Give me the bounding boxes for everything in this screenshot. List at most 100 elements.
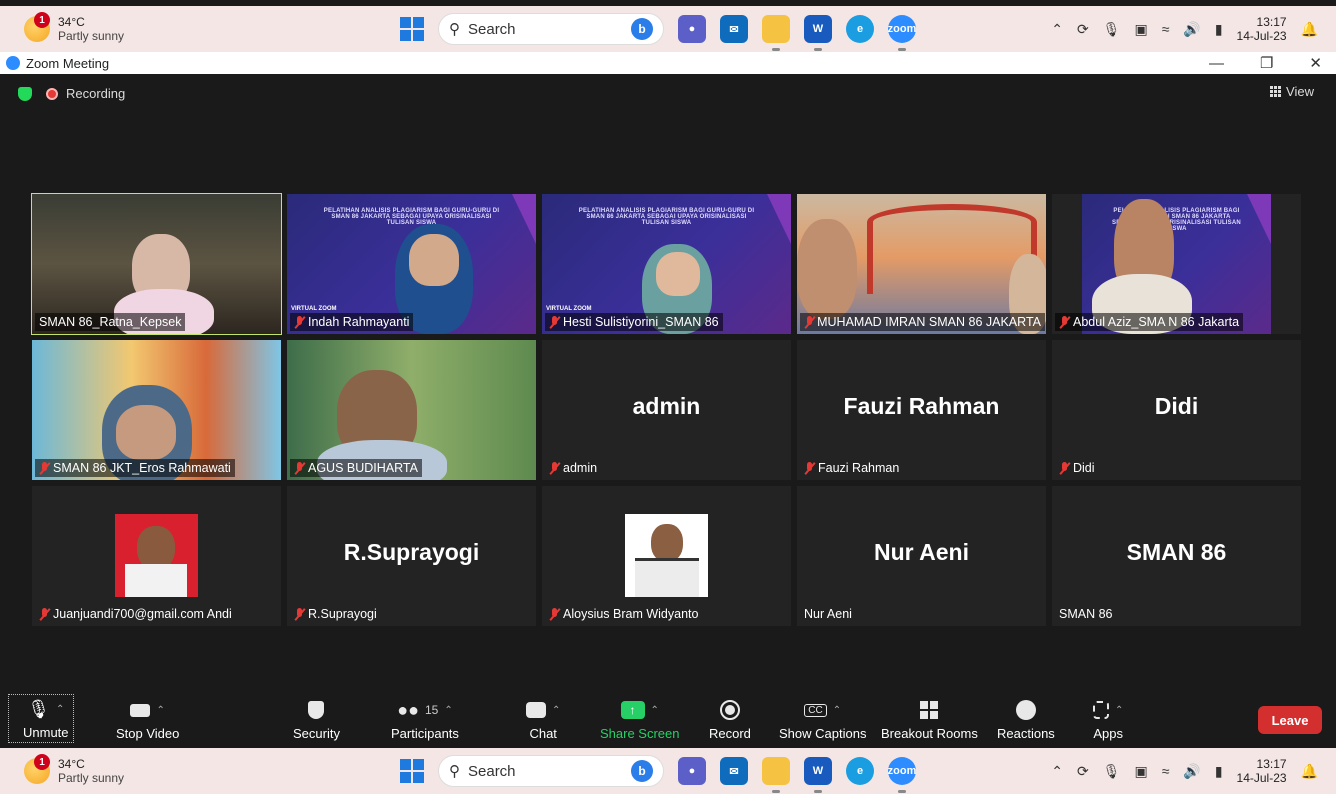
search-placeholder: Search xyxy=(468,20,516,38)
windows-start-icon[interactable] xyxy=(400,759,424,783)
participant-tile[interactable]: PELATIHAN ANALISIS PLAGIARISM BAGI GURU-… xyxy=(287,194,536,334)
notification-icon[interactable]: 🔔 xyxy=(1301,21,1318,38)
participant-tile[interactable]: PELATIHAN ANALISIS PLAGIARISM BAGI GURU-… xyxy=(542,194,791,334)
battery-icon[interactable]: ▮ xyxy=(1215,21,1223,38)
volume-icon[interactable]: 🔊 xyxy=(1183,763,1200,780)
taskbar-bottom: 1 34°C Partly sunny ⚲ Search b ● ✉ W e z… xyxy=(0,748,1336,794)
breakout-rooms-button[interactable]: Breakout Rooms xyxy=(881,698,978,741)
weather-sun-icon: 1 xyxy=(24,12,50,42)
participant-tile[interactable]: Nur Aeni Nur Aeni xyxy=(797,486,1046,626)
chevron-up-icon[interactable]: ⌃ xyxy=(1115,705,1123,716)
teams-icon[interactable]: ● xyxy=(678,757,706,785)
microphone-icon[interactable]: 🎙 xyxy=(1103,763,1121,780)
show-captions-button[interactable]: CC ⌃ Show Captions xyxy=(779,698,866,741)
mic-muted-icon xyxy=(1059,461,1070,475)
chevron-up-icon[interactable]: ⌃ xyxy=(1051,763,1063,780)
participant-tile[interactable]: Juanjuandi700@gmail.com Andi xyxy=(32,486,281,626)
weather-widget[interactable]: 1 34°C Partly sunny xyxy=(24,12,124,43)
leave-button[interactable]: Leave xyxy=(1258,706,1322,734)
chevron-up-icon[interactable]: ⌃ xyxy=(444,705,452,716)
participant-tile[interactable]: Aloysius Bram Widyanto xyxy=(542,486,791,626)
clock[interactable]: 13:17 14-Jul-23 xyxy=(1237,757,1287,785)
reactions-label: Reactions xyxy=(997,726,1055,741)
bing-icon[interactable]: b xyxy=(631,18,653,40)
display-icon[interactable]: ▣ xyxy=(1134,763,1147,780)
zoom-app-icon[interactable]: zoom xyxy=(888,15,916,51)
battery-icon[interactable]: ▮ xyxy=(1215,763,1223,780)
volume-icon[interactable]: 🔊 xyxy=(1183,21,1200,38)
file-explorer-icon[interactable] xyxy=(762,15,790,51)
participant-tile[interactable]: AGUS BUDIHARTA xyxy=(287,340,536,480)
teams-icon[interactable]: ● xyxy=(678,15,706,43)
apps-button[interactable]: ⌃ Apps xyxy=(1093,698,1123,741)
recording-indicator[interactable]: Recording xyxy=(46,86,125,101)
chevron-up-icon[interactable]: ⌃ xyxy=(156,705,164,716)
participant-tile[interactable]: PELATIHAN ANALISIS PLAGIARISM BAGI GURU-… xyxy=(1052,194,1301,334)
cc-icon: CC xyxy=(804,703,827,717)
chat-button[interactable]: ⌃ Chat xyxy=(526,698,560,741)
chat-bubble-icon xyxy=(526,702,546,718)
mic-muted-icon xyxy=(549,315,560,329)
weather-widget[interactable]: 1 34°C Partly sunny xyxy=(24,754,124,785)
wifi-icon[interactable]: ≈ xyxy=(1162,21,1170,37)
participants-icon: ●● xyxy=(397,699,419,720)
notification-icon[interactable]: 🔔 xyxy=(1301,763,1318,780)
minimize-icon[interactable]: — xyxy=(1209,55,1224,72)
restore-icon[interactable]: ❐ xyxy=(1260,54,1273,72)
unmute-button[interactable]: 🎙 ⌃ Unmute xyxy=(8,694,74,743)
participant-tile[interactable]: SMAN 86 SMAN 86 xyxy=(1052,486,1301,626)
view-button[interactable]: View xyxy=(1270,84,1314,99)
weather-sun-icon: 1 xyxy=(24,754,50,784)
participants-label: Participants xyxy=(391,726,459,741)
security-button[interactable]: Security xyxy=(293,698,340,741)
zoom-app-icon[interactable]: zoom xyxy=(888,757,916,793)
participant-tile[interactable]: Fauzi Rahman Fauzi Rahman xyxy=(797,340,1046,480)
bing-icon[interactable]: b xyxy=(631,760,653,782)
stop-video-button[interactable]: ⌃ Stop Video xyxy=(116,698,179,741)
banner-virtual-zoom: VIRTUAL ZOOM xyxy=(546,306,592,312)
sync-icon[interactable]: ⟳ xyxy=(1077,21,1089,38)
sync-icon[interactable]: ⟳ xyxy=(1077,763,1089,780)
participant-tile[interactable]: R.Suprayogi R.Suprayogi xyxy=(287,486,536,626)
reactions-button[interactable]: Reactions xyxy=(997,698,1055,741)
word-icon[interactable]: W xyxy=(804,757,832,793)
clock[interactable]: 13:17 14-Jul-23 xyxy=(1237,15,1287,43)
zoom-logo-icon xyxy=(6,56,20,70)
participant-tile[interactable]: SMAN 86_Ratna_Kepsek xyxy=(31,193,282,335)
mail-icon[interactable]: ✉ xyxy=(720,757,748,785)
participant-tile[interactable]: admin admin xyxy=(542,340,791,480)
participant-name: Aloysius Bram Widyanto xyxy=(563,607,699,621)
microphone-icon[interactable]: 🎙 xyxy=(1103,21,1121,38)
chevron-up-icon[interactable]: ⌃ xyxy=(833,705,841,716)
mic-muted-icon xyxy=(39,461,50,475)
video-gallery: SMAN 86_Ratna_Kepsek PELATIHAN ANALISIS … xyxy=(31,193,1301,626)
clock-time: 13:17 xyxy=(1256,757,1287,771)
security-shield-icon[interactable] xyxy=(18,86,32,101)
mic-muted-icon xyxy=(294,461,305,475)
participant-name: admin xyxy=(563,461,598,475)
chevron-up-icon[interactable]: ⌃ xyxy=(1051,21,1063,38)
participants-button[interactable]: ●● 15 ⌃ Participants xyxy=(391,698,459,742)
participants-count: 15 xyxy=(424,703,439,717)
file-explorer-icon[interactable] xyxy=(762,757,790,793)
mail-icon[interactable]: ✉ xyxy=(720,15,748,43)
edge-icon[interactable]: e xyxy=(846,15,874,43)
participant-tile[interactable]: MUHAMAD IMRAN SMAN 86 JAKARTA xyxy=(797,194,1046,334)
participant-tile[interactable]: Didi Didi xyxy=(1052,340,1301,480)
chevron-up-icon[interactable]: ⌃ xyxy=(651,705,659,716)
share-screen-button[interactable]: ↑ ⌃ Share Screen xyxy=(600,698,680,741)
chevron-up-icon[interactable]: ⌃ xyxy=(56,704,64,715)
taskbar-search[interactable]: ⚲ Search b xyxy=(438,13,664,45)
chevron-up-icon[interactable]: ⌃ xyxy=(552,705,560,716)
display-icon[interactable]: ▣ xyxy=(1134,21,1147,38)
taskbar-top: 1 34°C Partly sunny ⚲ Search b ● ✉ W e z… xyxy=(0,6,1336,52)
windows-start-icon[interactable] xyxy=(400,17,424,41)
wifi-icon[interactable]: ≈ xyxy=(1162,763,1170,779)
participant-tile[interactable]: SMAN 86 JKT_Eros Rahmawati xyxy=(32,340,281,480)
close-icon[interactable]: ✕ xyxy=(1309,54,1322,72)
taskbar-search[interactable]: ⚲ Search b xyxy=(438,755,664,787)
clock-date: 14-Jul-23 xyxy=(1236,771,1287,785)
record-button[interactable]: Record xyxy=(709,698,751,741)
word-icon[interactable]: W xyxy=(804,15,832,51)
edge-icon[interactable]: e xyxy=(846,757,874,785)
